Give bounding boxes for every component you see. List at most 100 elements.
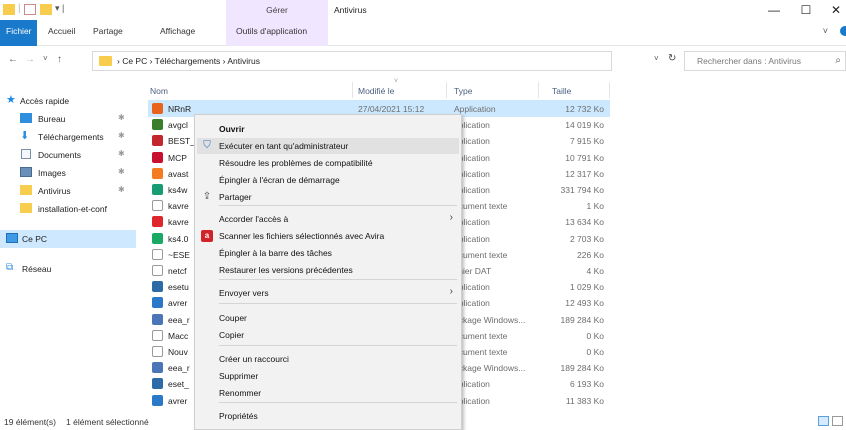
nav-label: Bureau <box>38 114 66 124</box>
close-button[interactable]: ✕ <box>826 3 846 17</box>
selection-count: 1 élément sélectionné <box>66 417 149 427</box>
nav-item-desktop[interactable]: Bureau ✱ <box>0 110 136 128</box>
menu-item-envoyer-vers[interactable]: Envoyer vers › <box>197 285 459 301</box>
folder-icon <box>20 203 32 213</box>
file-size: 189 284 Ko <box>560 314 604 325</box>
search-input[interactable]: Rechercher dans : Antivirus <box>697 56 801 66</box>
breadcrumb[interactable]: › Ce PC › Téléchargements › Antivirus <box>117 56 260 66</box>
nav-item-installation[interactable]: installation-et-conf <box>0 200 136 218</box>
search-icon[interactable]: ⌕ <box>835 55 841 66</box>
text-file-icon <box>152 329 163 341</box>
menu-item-label: Accorder l'accès à <box>219 214 289 224</box>
file-size: 1 Ko <box>586 201 605 212</box>
column-divider[interactable] <box>538 82 539 98</box>
menu-item-label: Créer un raccourci <box>219 354 289 364</box>
nav-label: Téléchargements <box>38 132 104 142</box>
column-divider[interactable] <box>446 82 447 98</box>
maximize-button[interactable]: ☐ <box>796 3 816 17</box>
application-icon <box>152 232 163 244</box>
file-size: 189 284 Ko <box>560 363 604 374</box>
pin-icon[interactable]: ✱ <box>118 167 125 176</box>
nav-item-this-pc[interactable]: Ce PC <box>0 230 136 248</box>
menu-item-creer-un-raccourci[interactable]: Créer un raccourci <box>197 351 459 367</box>
pin-icon[interactable]: ✱ <box>118 149 125 158</box>
window-title: Antivirus <box>334 5 367 15</box>
column-divider[interactable] <box>352 82 353 98</box>
menu-item-label: Renommer <box>219 388 262 398</box>
forward-button[interactable]: → <box>25 54 35 65</box>
menu-item-supprimer[interactable]: Supprimer <box>197 368 459 384</box>
menu-item-renommer[interactable]: Renommer <box>197 385 459 401</box>
file-size: 13 634 Ko <box>565 217 604 228</box>
menu-separator <box>219 345 457 346</box>
application-icon <box>152 313 163 325</box>
tab-share[interactable]: Partage <box>93 26 123 36</box>
nav-item-quick-access[interactable]: ★ Accès rapide <box>0 92 136 110</box>
title-bar: | ▾ | Gérer Antivirus — ☐ ✕ <box>0 0 846 20</box>
tab-application-tools[interactable]: Outils d'application <box>226 20 328 46</box>
menu-item-label: Scanner les fichiers sélectionnés avec A… <box>219 231 385 241</box>
details-view-button[interactable] <box>818 416 829 426</box>
pin-icon[interactable]: ✱ <box>118 131 125 140</box>
menu-item-couper[interactable]: Couper <box>197 310 459 326</box>
nav-item-network[interactable]: ⧉ Réseau <box>0 260 136 278</box>
pin-icon[interactable]: ✱ <box>118 185 125 194</box>
nav-label: Images <box>38 168 66 178</box>
tab-home[interactable]: Accueil <box>48 26 75 36</box>
nav-item-downloads[interactable]: ⬇ Téléchargements ✱ <box>0 128 136 146</box>
file-modified: 27/04/2021 15:12 <box>358 104 425 114</box>
nav-label: Documents <box>38 150 81 160</box>
minimize-button[interactable]: — <box>764 3 784 17</box>
menu-item-label: Copier <box>219 330 245 340</box>
file-size: 226 Ko <box>577 249 604 260</box>
up-button[interactable]: ↑ <box>57 54 62 65</box>
menu-item-partager[interactable]: ⇪ Partager <box>197 189 459 205</box>
menu-item-restaurer-les-versions-precedentes[interactable]: Restaurer les versions précédentes <box>197 262 459 278</box>
application-icon <box>152 281 163 293</box>
file-size: 1 029 Ko <box>569 282 604 293</box>
file-type: Application <box>454 104 496 114</box>
address-dropdown-button[interactable]: ˅ <box>654 54 659 63</box>
nav-label: Réseau <box>22 264 52 274</box>
column-header-name[interactable]: Nom <box>150 86 168 96</box>
file-size: 10 791 Ko <box>565 152 604 163</box>
nav-item-images[interactable]: Images ✱ <box>0 164 136 182</box>
large-icons-view-button[interactable] <box>832 416 843 426</box>
column-header-type[interactable]: Type <box>454 86 472 96</box>
properties-icon[interactable] <box>24 4 36 15</box>
submenu-arrow-icon: › <box>449 212 453 223</box>
refresh-button[interactable]: ↻ <box>668 53 676 64</box>
recent-locations-button[interactable]: ˅ <box>43 54 48 63</box>
column-divider[interactable] <box>609 82 610 98</box>
application-icon <box>152 297 163 309</box>
search-box[interactable]: Rechercher dans : Antivirus ⌕ <box>684 51 846 71</box>
menu-item-executer-en-tant-qu-administrateur[interactable]: ⛉ Exécuter en tant qu'administrateur <box>197 138 459 154</box>
computer-icon <box>6 233 18 243</box>
ribbon-tabs: Fichier Accueil Partage Affichage Outils… <box>0 20 846 46</box>
menu-item-copier[interactable]: Copier <box>197 327 459 343</box>
nav-item-documents[interactable]: Documents ✱ <box>0 146 136 164</box>
application-icon <box>152 151 163 163</box>
column-header-modified[interactable]: Modifié le <box>358 86 394 96</box>
star-icon: ★ <box>6 94 16 106</box>
file-size: 0 Ko <box>586 330 605 341</box>
menu-item-epingler-a-l-ecran-de-demarrage[interactable]: Épingler à l'écran de démarrage <box>197 172 459 188</box>
help-icon[interactable] <box>840 26 846 36</box>
pin-icon[interactable]: ✱ <box>118 113 125 122</box>
address-bar[interactable]: › Ce PC › Téléchargements › Antivirus <box>92 51 612 71</box>
menu-item-label: Exécuter en tant qu'administrateur <box>219 141 349 151</box>
nav-label: Ce PC <box>22 234 48 244</box>
menu-item-accorder-l-acces-a[interactable]: Accorder l'accès à › <box>197 211 459 227</box>
menu-item-resoudre-les-problemes-de-compatibilite[interactable]: Résoudre les problèmes de compatibilité <box>197 155 459 171</box>
tab-view[interactable]: Affichage <box>160 26 195 36</box>
back-button[interactable]: ← <box>8 54 18 65</box>
chevron-down-icon[interactable]: ˅ <box>823 26 828 36</box>
menu-item-epingler-a-la-barre-des-taches[interactable]: Épingler à la barre des tâches <box>197 245 459 261</box>
menu-item-ouvrir[interactable]: Ouvrir <box>197 121 459 137</box>
menu-item-scanner-les-fichiers-selectionnes-avec-avira[interactable]: a Scanner les fichiers sélectionnés avec … <box>197 228 459 244</box>
column-header-size[interactable]: Taille <box>552 86 571 96</box>
tab-file[interactable]: Fichier <box>0 20 37 46</box>
nav-item-antivirus[interactable]: Antivirus ✱ <box>0 182 136 200</box>
new-folder-icon[interactable] <box>40 4 52 15</box>
quick-access-dropdown-icon[interactable]: ▾ | <box>55 3 64 14</box>
